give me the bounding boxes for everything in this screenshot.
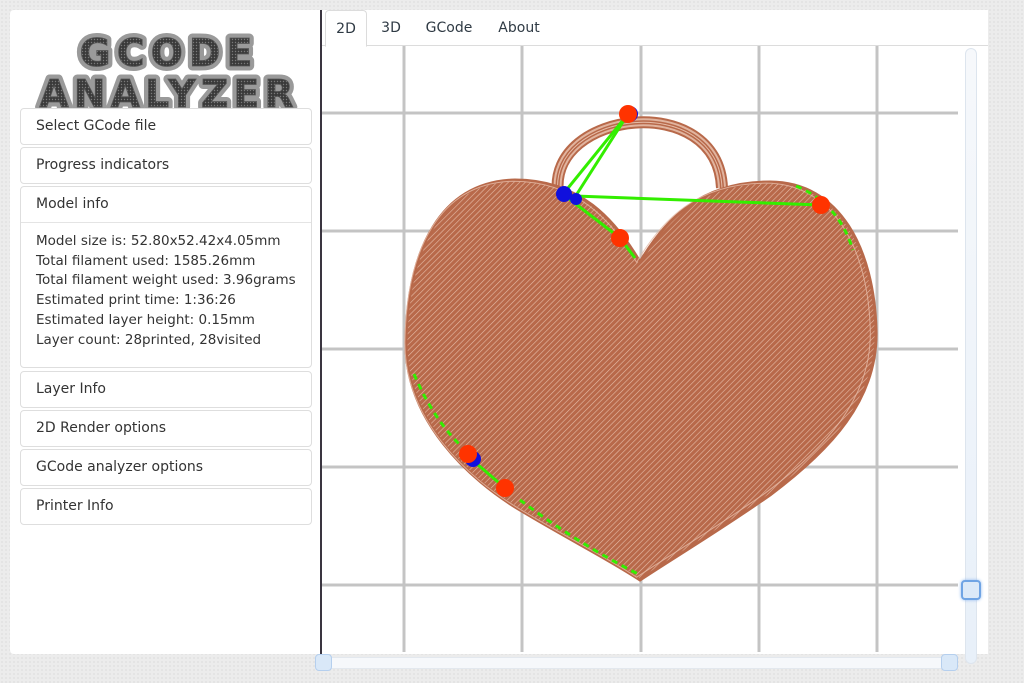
section-header[interactable]: Model info — [21, 187, 311, 222]
retract-point — [812, 196, 830, 214]
section-progress-indicators[interactable]: Progress indicators — [20, 147, 312, 184]
left-panel: GCODE GCODE ANALYZER ANALYZER Select GCo… — [10, 10, 322, 654]
layer-slider-handle[interactable] — [961, 580, 981, 600]
section-layer-info[interactable]: Layer Info — [20, 371, 312, 408]
section-header[interactable]: GCode analyzer options — [21, 450, 311, 485]
section-header[interactable]: Select GCode file — [21, 109, 311, 144]
model-info-body: Model size is: 52.80x52.42x4.05mm Total … — [21, 222, 311, 350]
logo-line-1-fill: GCODE — [80, 31, 259, 75]
gcode-analyzer-logo: GCODE GCODE ANALYZER ANALYZER — [35, 27, 298, 113]
section-printer-info[interactable]: Printer Info — [20, 488, 312, 525]
tab-3d[interactable]: 3D — [372, 10, 410, 46]
restart-point — [570, 193, 582, 205]
tab-2d[interactable]: 2D — [325, 10, 367, 47]
restart-point — [556, 186, 572, 202]
section-model-info: Model info Model size is: 52.80x52.42x4.… — [20, 186, 312, 368]
render-canvas-2d[interactable] — [322, 46, 960, 654]
progress-slider-end-handle[interactable] — [941, 654, 958, 671]
retract-point — [619, 105, 637, 123]
layer-count: Layer count: 28printed, 28visited — [36, 331, 262, 348]
view-tabs: 2D 3D GCode About — [322, 10, 988, 47]
layer-slider-track[interactable] — [965, 48, 977, 664]
tab-about[interactable]: About — [490, 10, 548, 46]
progress-slider-start-handle[interactable] — [315, 654, 332, 671]
retract-point — [496, 479, 514, 497]
section-header[interactable]: Progress indicators — [21, 148, 311, 183]
section-gcode-analyzer-options[interactable]: GCode analyzer options — [20, 449, 312, 486]
logo-line-2-fill: ANALYZER — [39, 72, 298, 112]
total-filament-weight: Total filament weight used: 3.96grams — [36, 272, 296, 289]
retract-point — [459, 445, 477, 463]
section-2d-render-options[interactable]: 2D Render options — [20, 410, 312, 447]
section-header[interactable]: 2D Render options — [21, 411, 311, 446]
retract-point — [611, 229, 629, 247]
model-size: Model size is: 52.80x52.42x4.05mm — [36, 233, 281, 249]
section-header[interactable]: Layer Info — [21, 372, 311, 407]
tab-gcode[interactable]: GCode — [418, 10, 480, 46]
estimated-layer-height: Estimated layer height: 0.15mm — [36, 311, 255, 328]
total-filament-used: Total filament used: 1585.26mm — [36, 252, 256, 269]
estimated-print-time: Estimated print time: 1:36:26 — [36, 292, 236, 309]
section-header[interactable]: Printer Info — [21, 489, 311, 524]
progress-slider-track[interactable] — [322, 657, 958, 669]
section-select-gcode-file[interactable]: Select GCode file — [20, 108, 312, 145]
